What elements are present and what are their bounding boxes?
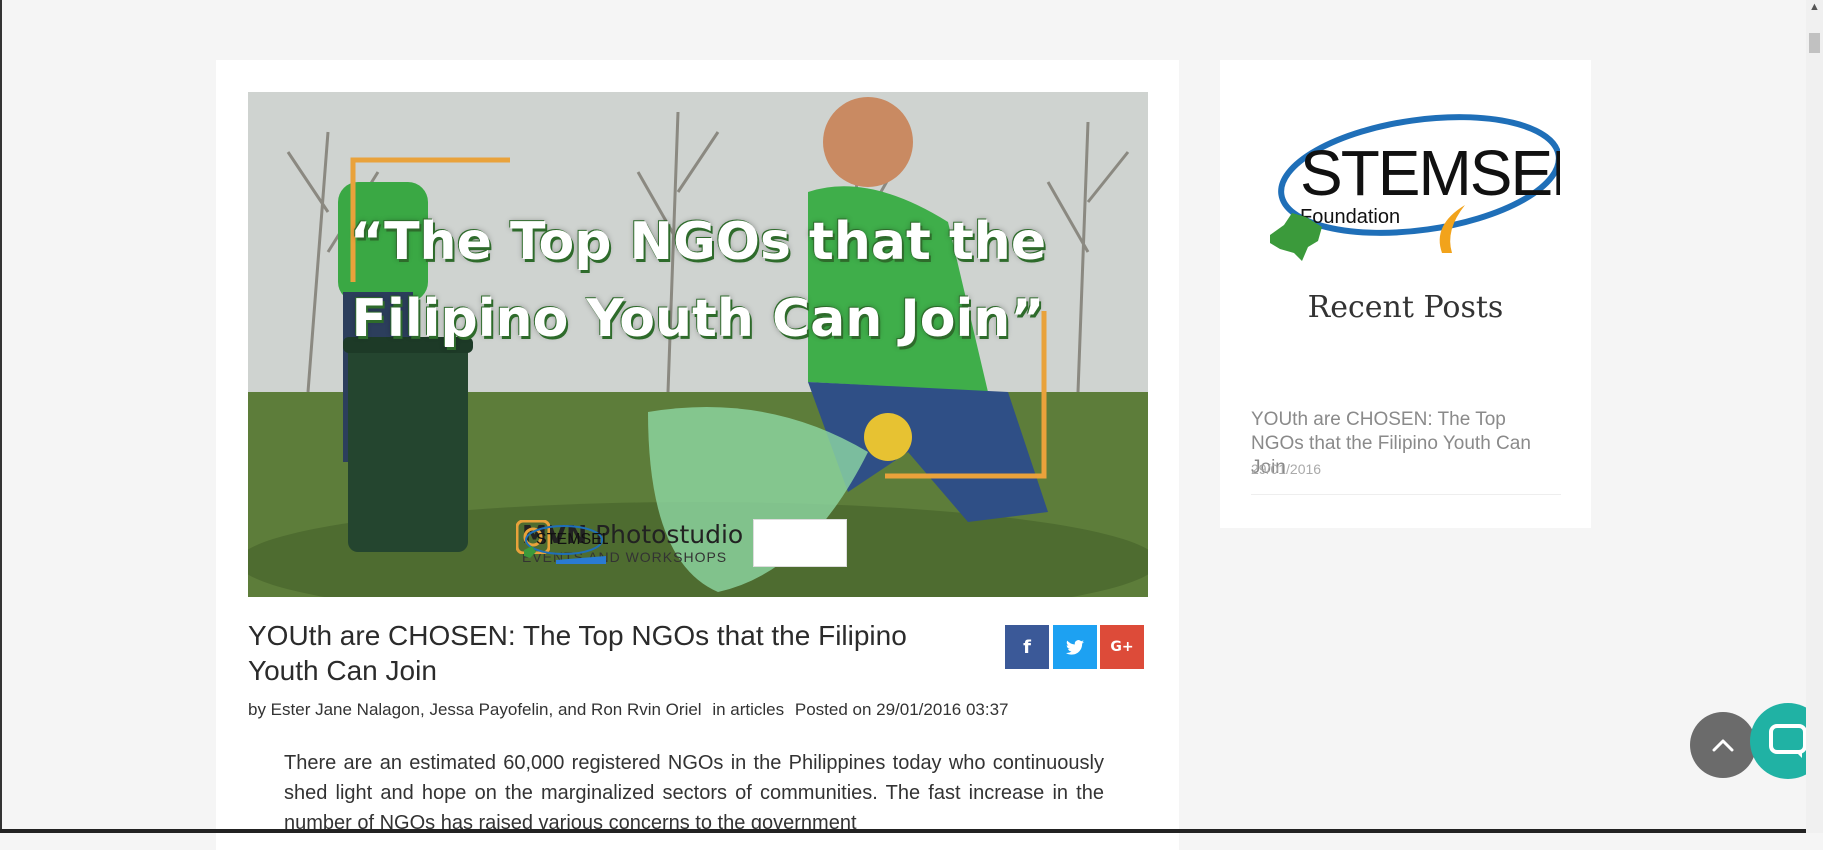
stemsel-logo-graphic: STEMSEL Foundation (1270, 114, 1587, 261)
share-facebook-button[interactable]: f (1005, 625, 1049, 669)
chat-bubble-icon (1769, 724, 1807, 758)
scroll-up-arrow-icon[interactable]: ▲ (1809, 2, 1820, 13)
stemsel-logo-mini-icon: STEMSEL (524, 525, 608, 564)
post-card: “The Top NGOs that the Filipino Youth Ca… (216, 60, 1179, 850)
post-title: YOUth are CHOSEN: The Top NGOs that the … (248, 620, 907, 686)
hero-image: “The Top NGOs that the Filipino Youth Ca… (248, 92, 1148, 597)
horizontal-scrollbar-track (0, 829, 1806, 833)
recent-post-date: 29/01/2016 (1251, 461, 1322, 477)
chevron-up-icon (1712, 739, 1734, 752)
stemsel-mini-wordmark: STEMSEL (536, 531, 608, 548)
stemsel-foundation-logo[interactable]: STEMSEL Foundation (1260, 95, 1587, 270)
hero-title: “The Top NGOs that the Filipino Youth Ca… (349, 212, 1047, 349)
post-category[interactable]: in articles (712, 700, 784, 719)
scrollbar-thumb[interactable] (1809, 33, 1820, 53)
article-body: There are an estimated 60,000 registered… (284, 752, 1104, 834)
vertical-scrollbar[interactable]: ▲ (1806, 0, 1823, 833)
hero-stemsel-logo: STEMSEL (524, 519, 848, 567)
recent-post-divider (1251, 494, 1561, 495)
hero-brand-logos: MVN Photostudio EVENTS AND WORKSHOPS STE… (516, 519, 848, 567)
post-authors[interactable]: by Ester Jane Nalagon, Jessa Payofelin, … (248, 700, 702, 719)
window-edge (0, 0, 2, 833)
twitter-icon (1066, 639, 1084, 655)
share-twitter-button[interactable] (1053, 625, 1097, 669)
facebook-icon: f (1023, 636, 1031, 658)
post-byline: by Ester Jane Nalagon, Jessa Payofelin, … (248, 700, 1015, 720)
google-plus-icon: G+ (1110, 639, 1134, 655)
back-to-top-button[interactable] (1690, 712, 1756, 778)
share-google-plus-button[interactable]: G+ (1100, 625, 1144, 669)
recent-posts-heading: Recent Posts (1307, 290, 1504, 325)
sidebar: STEMSEL Foundation Recent Posts YOUth ar… (1220, 60, 1591, 528)
stemsel-wordmark: STEMSEL (1300, 137, 1560, 209)
mvn-logo-rest: Photostudio (587, 520, 744, 549)
post-date: Posted on 29/01/2016 03:37 (794, 700, 1009, 719)
